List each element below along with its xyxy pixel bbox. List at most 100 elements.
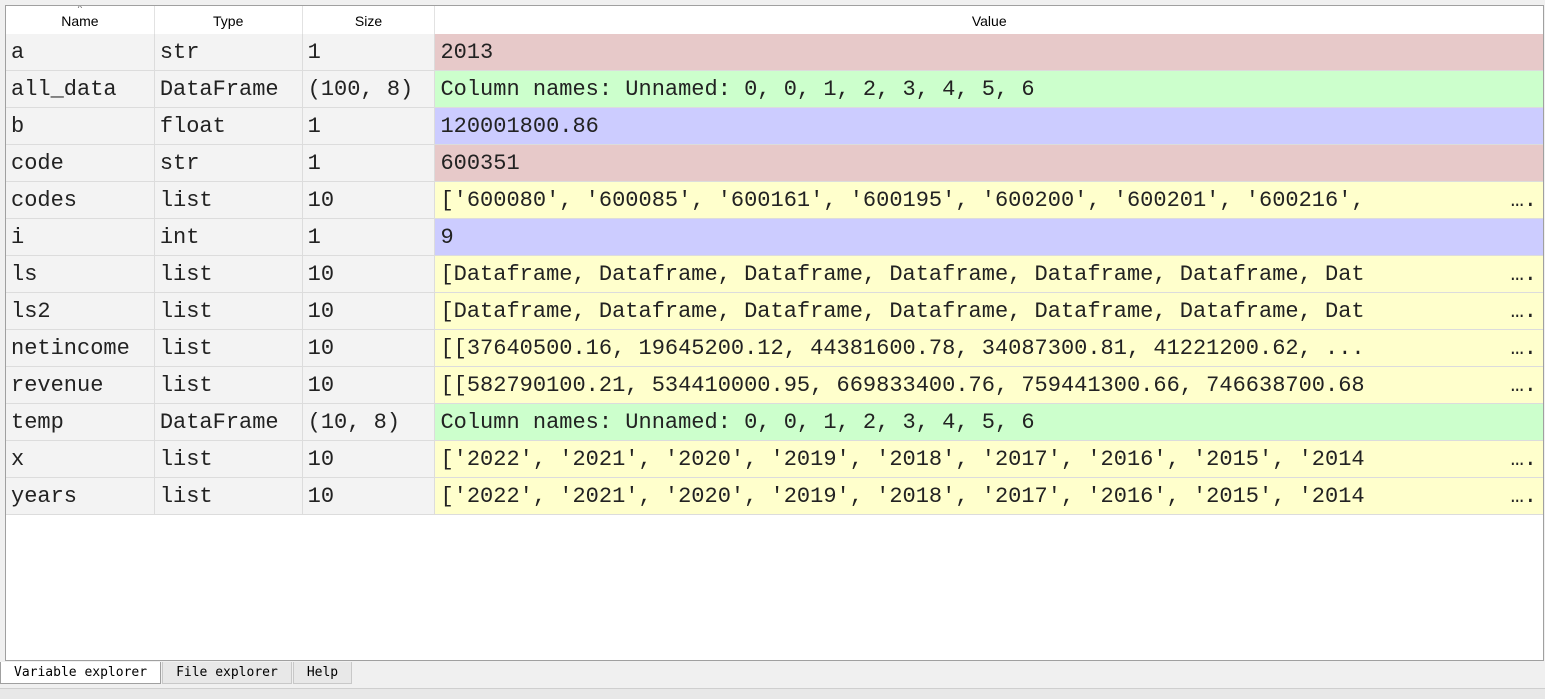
variable-name-cell[interactable]: x — [6, 441, 155, 477]
tab-help[interactable]: Help — [292, 662, 353, 684]
variable-type-cell[interactable]: list — [154, 182, 303, 218]
column-header-value[interactable]: Value — [435, 6, 1543, 34]
variable-size-cell[interactable]: 1 — [302, 108, 436, 144]
table-row[interactable]: i int 1 9 — [6, 219, 1543, 256]
variable-size-cell[interactable]: 10 — [302, 256, 436, 292]
variable-name-cell[interactable]: all_data — [6, 71, 155, 107]
variable-type-cell[interactable]: list — [154, 293, 303, 329]
table-row[interactable]: b float 1 120001800.86 — [6, 108, 1543, 145]
variable-name-cell[interactable]: i — [6, 219, 155, 255]
variable-type-cell[interactable]: list — [154, 256, 303, 292]
column-header-size-label: Size — [354, 13, 383, 29]
variable-type-cell[interactable]: list — [154, 367, 303, 403]
column-header-name[interactable]: ^ Name — [6, 6, 155, 34]
table-row[interactable]: a str 1 2013 — [6, 34, 1543, 71]
variable-name-cell[interactable]: b — [6, 108, 155, 144]
truncation-ellipsis: …. — [1510, 373, 1538, 398]
variable-type-cell[interactable]: int — [154, 219, 303, 255]
variable-size-cell[interactable]: 10 — [302, 330, 436, 366]
table-row[interactable]: code str 1 600351 — [6, 145, 1543, 182]
variable-name-cell[interactable]: ls2 — [6, 293, 155, 329]
truncation-ellipsis: …. — [1510, 188, 1538, 213]
variable-value-text: [[582790100.21, 534410000.95, 669833400.… — [440, 373, 1365, 398]
variable-type-cell[interactable]: list — [154, 330, 303, 366]
variable-explorer-pane: ^ Name Type Size Value a str 1 2013 all_data… — [5, 5, 1544, 661]
variable-value-cell[interactable]: [[37640500.16, 19645200.12, 44381600.78,… — [435, 330, 1543, 366]
table-row[interactable]: x list 10 ['2022', '2021', '2020', '2019', … — [6, 441, 1543, 478]
variable-type-cell[interactable]: DataFrame — [154, 71, 303, 107]
variable-size-cell[interactable]: (10, 8) — [302, 404, 436, 440]
table-row[interactable]: revenue list 10 [[582790100.21, 534410000.9… — [6, 367, 1543, 404]
variable-value-cell[interactable]: [[582790100.21, 534410000.95, 669833400.… — [435, 367, 1543, 403]
sort-ascending-icon: ^ — [77, 5, 83, 13]
truncation-ellipsis: …. — [1510, 447, 1538, 472]
variable-type-cell[interactable]: list — [154, 441, 303, 477]
variable-value-cell[interactable]: [Dataframe, Dataframe, Dataframe, Datafr… — [435, 293, 1543, 329]
table-row[interactable]: all_data DataFrame (100, 8) Column names: U… — [6, 71, 1543, 108]
variable-value-text: Column names: Unnamed: 0, 0, 1, 2, 3, 4,… — [440, 410, 1035, 435]
variable-name-cell[interactable]: revenue — [6, 367, 155, 403]
variable-value-cell[interactable]: 2013 — [435, 34, 1543, 70]
truncation-ellipsis: …. — [1510, 484, 1538, 509]
table-row[interactable]: codes list 10 ['600080', '600085', '600161'… — [6, 182, 1543, 219]
variable-value-cell[interactable]: [Dataframe, Dataframe, Dataframe, Datafr… — [435, 256, 1543, 292]
variable-name-cell[interactable]: temp — [6, 404, 155, 440]
variable-size-cell[interactable]: 1 — [302, 219, 436, 255]
variable-name-cell[interactable]: a — [6, 34, 155, 70]
variable-size-cell[interactable]: 10 — [302, 182, 436, 218]
table-row[interactable]: years list 10 ['2022', '2021', '2020', '201… — [6, 478, 1543, 515]
table-row[interactable]: ls list 10 [Dataframe, Dataframe, Dataframe… — [6, 256, 1543, 293]
variable-name-cell[interactable]: years — [6, 478, 155, 514]
variable-name-cell[interactable]: code — [6, 145, 155, 181]
variable-value-text: [Dataframe, Dataframe, Dataframe, Datafr… — [440, 262, 1365, 287]
variable-size-cell[interactable]: 10 — [302, 478, 436, 514]
variable-name-cell[interactable]: ls — [6, 256, 155, 292]
table-header: ^ Name Type Size Value — [6, 6, 1543, 34]
variable-type-cell[interactable]: list — [154, 478, 303, 514]
variable-value-cell[interactable]: 120001800.86 — [435, 108, 1543, 144]
variable-value-cell[interactable]: Column names: Unnamed: 0, 0, 1, 2, 3, 4,… — [435, 71, 1543, 107]
column-header-type-label: Type — [213, 13, 244, 29]
variable-value-text: ['2022', '2021', '2020', '2019', '2018',… — [440, 484, 1365, 509]
variable-size-cell[interactable]: 1 — [302, 145, 436, 181]
column-header-value-label: Value — [971, 13, 1007, 29]
variable-size-cell[interactable]: 10 — [302, 293, 436, 329]
variable-type-cell[interactable]: float — [154, 108, 303, 144]
truncation-ellipsis: …. — [1510, 299, 1538, 324]
variable-value-cell[interactable]: ['2022', '2021', '2020', '2019', '2018',… — [435, 441, 1543, 477]
pane-tab-bar: Variable explorer File explorer Help — [0, 662, 353, 686]
variable-name-cell[interactable]: netincome — [6, 330, 155, 366]
variable-value-cell[interactable]: 600351 — [435, 145, 1543, 181]
variable-type-cell[interactable]: str — [154, 34, 303, 70]
column-header-size[interactable]: Size — [303, 6, 436, 34]
variable-value-cell[interactable]: ['2022', '2021', '2020', '2019', '2018',… — [435, 478, 1543, 514]
column-header-type[interactable]: Type — [155, 6, 303, 34]
tab-file-explorer[interactable]: File explorer — [162, 662, 292, 684]
variable-value-text: [[37640500.16, 19645200.12, 44381600.78,… — [440, 336, 1365, 361]
variable-name-cell[interactable]: codes — [6, 182, 155, 218]
variable-value-text: 600351 — [440, 151, 520, 176]
variable-size-cell[interactable]: (100, 8) — [302, 71, 436, 107]
variable-value-cell[interactable]: ['600080', '600085', '600161', '600195',… — [435, 182, 1543, 218]
variable-value-text: Column names: Unnamed: 0, 0, 1, 2, 3, 4,… — [440, 77, 1035, 102]
variable-value-text: 9 — [440, 225, 454, 250]
variable-table-body: a str 1 2013 all_data DataFrame (100, 8) Column… — [6, 34, 1543, 515]
table-row[interactable]: netincome list 10 [[37640500.16, 19645200.1… — [6, 330, 1543, 367]
variable-size-cell[interactable]: 10 — [302, 441, 436, 477]
variable-type-cell[interactable]: str — [154, 145, 303, 181]
status-bar — [0, 688, 1545, 699]
table-row[interactable]: ls2 list 10 [Dataframe, Dataframe, Datafram… — [6, 293, 1543, 330]
truncation-ellipsis: …. — [1510, 336, 1538, 361]
variable-value-text: 120001800.86 — [440, 114, 599, 139]
variable-type-cell[interactable]: DataFrame — [154, 404, 303, 440]
variable-value-text: ['600080', '600085', '600161', '600195',… — [440, 188, 1365, 213]
variable-value-text: 2013 — [440, 40, 494, 65]
column-header-name-label: Name — [61, 13, 99, 29]
tab-variable-explorer[interactable]: Variable explorer — [0, 662, 162, 684]
variable-value-cell[interactable]: 9 — [435, 219, 1543, 255]
variable-value-cell[interactable]: Column names: Unnamed: 0, 0, 1, 2, 3, 4,… — [435, 404, 1543, 440]
variable-size-cell[interactable]: 1 — [302, 34, 436, 70]
variable-size-cell[interactable]: 10 — [302, 367, 436, 403]
table-row[interactable]: temp DataFrame (10, 8) Column names: Unname… — [6, 404, 1543, 441]
truncation-ellipsis: …. — [1510, 262, 1538, 287]
